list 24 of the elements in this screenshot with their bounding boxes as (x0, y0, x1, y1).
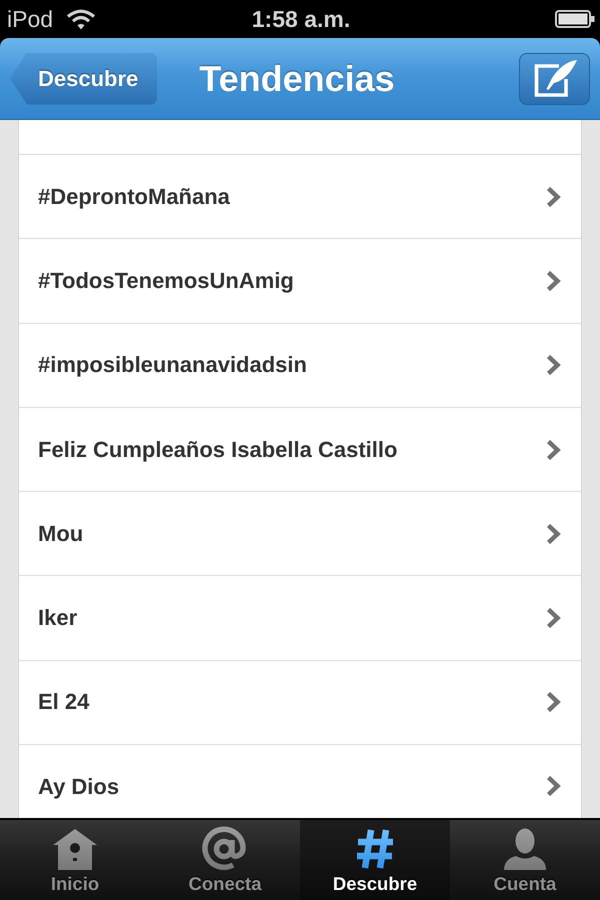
tab[interactable]: Cuenta (450, 820, 600, 900)
chevron-icon (546, 607, 561, 630)
birdhouse-icon (52, 828, 98, 870)
chevron-icon (546, 775, 561, 798)
chevron-icon (546, 186, 561, 208)
person-icon (501, 828, 549, 870)
tab[interactable]: Descubre (300, 820, 450, 900)
chevron-icon (546, 354, 561, 376)
page-title: Tendencias (199, 58, 395, 100)
back-button[interactable]: Descubre (10, 52, 157, 104)
chevron-icon (546, 438, 561, 461)
tab[interactable]: Inicio (0, 820, 150, 900)
wifi-icon (66, 8, 96, 30)
chevron-icon (546, 522, 561, 545)
device-name: iPod (7, 6, 54, 32)
at-sign-icon (202, 826, 248, 870)
chevron-icon (546, 691, 561, 714)
compose-icon (532, 58, 578, 98)
hash-icon (355, 828, 395, 870)
battery-icon (555, 10, 595, 28)
tab[interactable]: Conecta (150, 820, 300, 900)
clock-time: 1:58 a.m. (252, 6, 350, 32)
compose-button[interactable] (519, 52, 590, 104)
chevron-icon (546, 270, 561, 292)
